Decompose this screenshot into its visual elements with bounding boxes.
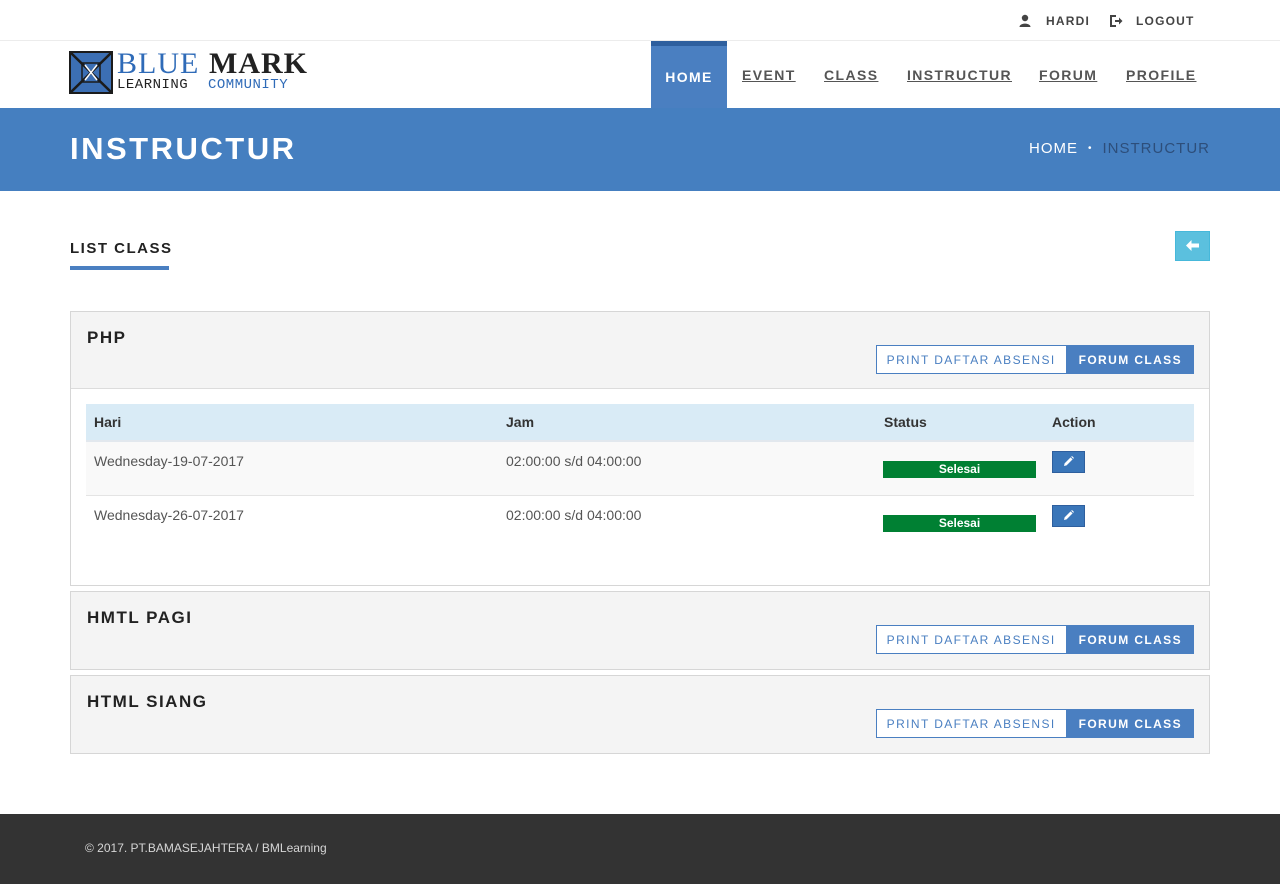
cell-status: Selesai (876, 495, 1044, 549)
cell-jam: 02:00:00 s/d 04:00:00 (498, 441, 876, 496)
section-title: LIST CLASS (70, 240, 173, 257)
column-header-action: Action (1044, 404, 1194, 442)
class-name: HTML SIANG (87, 692, 208, 711)
column-header-jam: Jam (498, 404, 876, 442)
logo-mark-icon (69, 51, 113, 94)
class-actions: PRINT DAFTAR ABSENSI FORUM CLASS (875, 345, 1194, 374)
print-attendance-button[interactable]: PRINT DAFTAR ABSENSI (875, 709, 1067, 738)
logo-word-learning: LEARNING (117, 77, 189, 93)
class-panel-html-siang: HTML SIANG PRINT DAFTAR ABSENSI FORUM CL… (70, 675, 1210, 754)
status-badge: Selesai (883, 514, 1036, 532)
site-footer: © 2017. PT.BAMASEJAHTERA / BMLearning (0, 814, 1280, 884)
cell-action (1044, 495, 1194, 549)
class-panel-php: PHP PRINT DAFTAR ABSENSI FORUM CLASS Har… (70, 311, 1210, 586)
class-name: HMTL PAGI (87, 608, 193, 627)
logout-icon (1109, 14, 1123, 28)
breadcrumb-current: INSTRUCTUR (1102, 140, 1210, 157)
site-logo[interactable]: BLUE MARK LEARNING COMMUNITY (69, 47, 309, 95)
pencil-icon (1063, 454, 1074, 470)
pencil-icon (1063, 508, 1074, 524)
arrow-left-icon (1186, 238, 1199, 254)
page-title-band: INSTRUCTUR HOME • INSTRUCTUR (0, 108, 1280, 191)
cell-hari: Wednesday-19-07-2017 (86, 441, 498, 496)
forum-class-button[interactable]: FORUM CLASS (1066, 345, 1194, 374)
logout-label: LOGOUT (1136, 14, 1195, 28)
cell-hari: Wednesday-26-07-2017 (94, 506, 244, 523)
edit-button[interactable] (1052, 451, 1085, 473)
class-panel-header: PHP PRINT DAFTAR ABSENSI FORUM CLASS (71, 312, 1209, 389)
class-name: PHP (87, 328, 127, 347)
logo-word-mark: MARK (209, 47, 308, 80)
cell-status: Selesai (876, 441, 1044, 496)
nav-forum[interactable]: FORUM (1039, 41, 1097, 108)
table-header-row: Hari Jam Status Action (86, 404, 1194, 442)
class-schedule: Hari Jam Status Action Wednesday-19-07-2… (71, 389, 1209, 585)
print-attendance-button[interactable]: PRINT DAFTAR ABSENSI (875, 625, 1067, 654)
logo-word-community: COMMUNITY (208, 77, 289, 93)
class-panel-header[interactable]: HMTL PAGI PRINT DAFTAR ABSENSI FORUM CLA… (71, 592, 1209, 669)
class-panel-hmtl-pagi: HMTL PAGI PRINT DAFTAR ABSENSI FORUM CLA… (70, 591, 1210, 670)
table-row: Wednesday-26-07-2017 02:00:00 s/d 04:00:… (86, 495, 1194, 549)
breadcrumb-separator: • (1087, 143, 1093, 154)
logo-word-blue: BLUE (117, 47, 200, 80)
class-panel-header[interactable]: HTML SIANG PRINT DAFTAR ABSENSI FORUM CL… (71, 676, 1209, 753)
status-badge: Selesai (883, 461, 1036, 478)
breadcrumb: HOME • INSTRUCTUR (1029, 140, 1210, 157)
site-header: BLUE MARK LEARNING COMMUNITY HOME EVENT … (0, 41, 1280, 108)
column-header-hari: Hari (86, 404, 498, 442)
forum-class-button[interactable]: FORUM CLASS (1066, 709, 1194, 738)
class-actions: PRINT DAFTAR ABSENSI FORUM CLASS (875, 709, 1194, 738)
column-header-status: Status (876, 404, 1044, 442)
class-actions: PRINT DAFTAR ABSENSI FORUM CLASS (875, 625, 1194, 654)
user-name: HARDI (1046, 14, 1090, 28)
breadcrumb-home[interactable]: HOME (1029, 140, 1078, 157)
print-attendance-button[interactable]: PRINT DAFTAR ABSENSI (875, 345, 1067, 374)
user-icon (1019, 14, 1033, 28)
section-title-underline (70, 266, 169, 270)
page-title: INSTRUCTUR (70, 131, 297, 166)
schedule-table: Hari Jam Status Action Wednesday-19-07-2… (86, 404, 1194, 549)
nav-event[interactable]: EVENT (742, 41, 796, 108)
user-menu[interactable]: HARDI (1019, 13, 1090, 29)
cell-jam: 02:00:00 s/d 04:00:00 (506, 506, 642, 523)
logout-link[interactable]: LOGOUT (1109, 13, 1195, 29)
nav-class[interactable]: CLASS (824, 41, 878, 108)
table-row: Wednesday-19-07-2017 02:00:00 s/d 04:00:… (86, 441, 1194, 496)
edit-button[interactable] (1052, 504, 1085, 527)
cell-action (1044, 441, 1194, 496)
footer-copyright: © 2017. PT.BAMASEJAHTERA / BMLearning (85, 841, 327, 855)
nav-home[interactable]: HOME (651, 41, 727, 108)
nav-profile[interactable]: PROFILE (1126, 41, 1196, 108)
top-bar: HARDI LOGOUT (0, 0, 1280, 41)
back-button[interactable] (1175, 231, 1210, 261)
forum-class-button[interactable]: FORUM CLASS (1066, 625, 1194, 654)
nav-instructur[interactable]: INSTRUCTUR (907, 41, 1012, 108)
